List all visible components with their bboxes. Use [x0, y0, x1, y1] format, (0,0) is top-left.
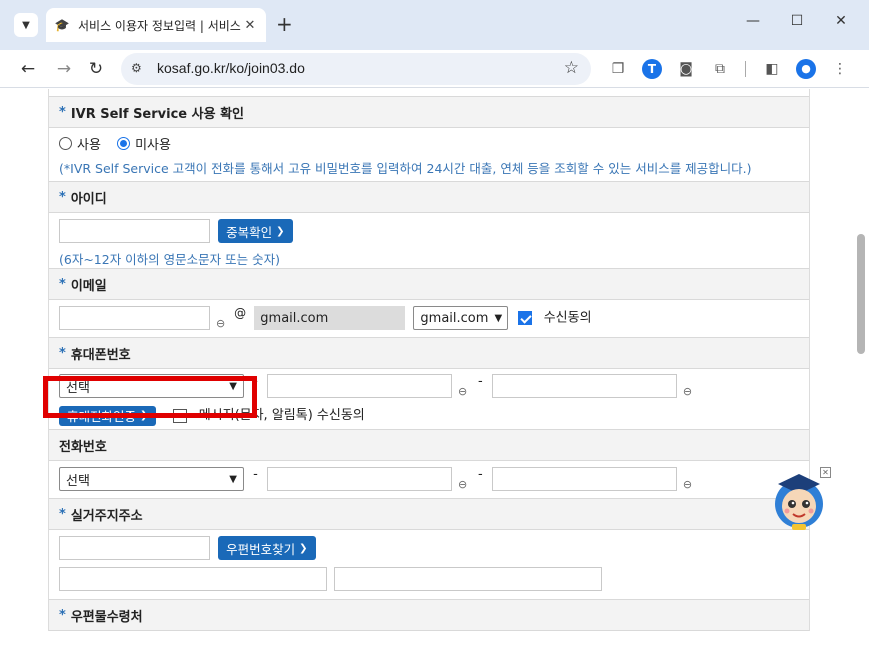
userid-note: (6자~12자 이하의 영문소문자 또는 숫자): [59, 252, 280, 267]
zipcode-input[interactable]: [59, 536, 210, 560]
phone-header: 전화번호: [49, 429, 809, 461]
graduation-cap-icon: 🎓: [54, 18, 70, 32]
phone-middle-input[interactable]: [266, 467, 452, 491]
highlight-box: [43, 376, 257, 418]
phone-prefix-value: 선택: [66, 473, 90, 489]
phone-last-input[interactable]: [491, 467, 677, 491]
radio-circle-selected[interactable]: [117, 137, 131, 150]
reload-icon[interactable]: ↻: [84, 57, 108, 81]
mouse-icon: ⊖: [457, 478, 468, 491]
tab-title: 서비스 이용자 정보입력 | 서비스 이용: [78, 18, 242, 33]
copy-icon[interactable]: ❐: [608, 59, 628, 79]
maximize-icon[interactable]: ☐: [785, 13, 809, 29]
ivr-note: (*IVR Self Service 고객이 전화를 통해서 고유 비밀번호를 …: [59, 161, 752, 176]
site-info-icon[interactable]: ⚙: [131, 61, 142, 75]
email-at-sign: @: [234, 306, 247, 320]
mobile-header: * 휴대폰번호: [49, 337, 809, 369]
address-header: * 실거주지주소: [49, 498, 809, 530]
dash-separator: -: [253, 467, 258, 482]
page-scrollbar[interactable]: [857, 234, 865, 354]
required-mark: *: [59, 345, 66, 361]
ivr-nonuse-radio[interactable]: 미사용: [117, 134, 171, 153]
required-mark: *: [59, 276, 66, 292]
chevron-right-icon: ❯: [276, 225, 285, 237]
email-local-input[interactable]: [59, 306, 210, 330]
duplicate-check-button[interactable]: 중복확인 ❯: [218, 219, 293, 243]
mobile-middle-input[interactable]: [266, 374, 452, 398]
browser-tab-bar: ▼ 🎓 서비스 이용자 정보입력 | 서비스 이용 ✕ + — ☐ ✕: [0, 0, 869, 50]
email-consent-checkbox[interactable]: [517, 311, 532, 325]
email-domain-input[interactable]: gmail.com: [254, 306, 406, 330]
mouse-icon: ⊖: [682, 478, 693, 491]
address-label: 실거주지주소: [70, 508, 143, 524]
mobile-label: 휴대폰번호: [70, 347, 131, 363]
tab-close-icon[interactable]: ✕: [242, 18, 258, 33]
tab-search-icon[interactable]: ▼: [14, 13, 38, 37]
mouse-icon: ⊖: [682, 385, 693, 398]
bookmark-star-icon[interactable]: ☆: [564, 58, 579, 78]
chevron-down-icon: ▼: [229, 473, 237, 485]
chevron-right-icon: ❯: [299, 542, 308, 554]
menu-kebab-icon[interactable]: ⋮: [830, 59, 850, 79]
zip-search-label: 우편번호찾기: [226, 541, 296, 557]
phone-body: 선택 ▼ - ⊖- ⊖: [49, 461, 809, 498]
email-domain-select-value: gmail.com: [420, 310, 489, 326]
address-lines: [59, 567, 799, 591]
forward-icon[interactable]: →: [52, 57, 76, 81]
page-viewport: * IVR Self Service 사용 확인 사용 미사용 (*IVR Se…: [0, 89, 869, 654]
required-mark: *: [59, 607, 66, 623]
zip-search-button[interactable]: 우편번호찾기 ❯: [218, 536, 316, 560]
dash-separator: -: [477, 374, 483, 389]
sidepanel-icon[interactable]: ◧: [762, 59, 782, 79]
address-line1-input[interactable]: [59, 567, 327, 591]
mail-recipient-label: 우편물수령처: [70, 609, 143, 625]
url-text: kosaf.go.kr/ko/join03.do: [157, 60, 305, 76]
ivr-label: IVR Self Service 사용 확인: [70, 106, 244, 122]
browser-tab[interactable]: 🎓 서비스 이용자 정보입력 | 서비스 이용 ✕: [46, 8, 266, 42]
required-mark: *: [59, 189, 66, 205]
userid-header: * 아이디: [49, 181, 809, 213]
ivr-header: * IVR Self Service 사용 확인: [49, 96, 809, 128]
translate-extension-icon[interactable]: T: [642, 59, 662, 79]
dash-separator: -: [477, 467, 483, 482]
email-label: 이메일: [70, 278, 107, 294]
mobile-last-input[interactable]: [491, 374, 677, 398]
address-line2-input[interactable]: [334, 567, 603, 591]
back-icon[interactable]: ←: [16, 57, 40, 81]
profile-avatar-icon[interactable]: ●: [796, 59, 816, 79]
address-body: 우편번호찾기 ❯: [49, 530, 809, 599]
email-header: * 이메일: [49, 268, 809, 300]
email-body: ⊖ @ gmail.com gmail.com ▼ 수신동의: [49, 300, 809, 337]
ivr-nonuse-label: 미사용: [135, 138, 171, 153]
chevron-down-icon: ▼: [494, 312, 503, 324]
duplicate-check-label: 중복확인: [226, 224, 273, 240]
email-domain-select[interactable]: gmail.com ▼: [413, 306, 509, 330]
extensions-icon[interactable]: ⧉: [710, 59, 730, 79]
mail-recipient-header: * 우편물수령처: [49, 599, 809, 631]
userid-body: 중복확인 ❯ (6자~12자 이하의 영문소문자 또는 숫자): [49, 213, 809, 268]
camera-icon[interactable]: ◙: [676, 59, 696, 79]
minimize-icon[interactable]: —: [741, 13, 765, 29]
window-close-icon[interactable]: ✕: [829, 13, 853, 29]
mouse-icon: ⊖: [457, 385, 468, 398]
ivr-use-radio[interactable]: 사용: [59, 134, 101, 153]
phone-prefix-select[interactable]: 선택 ▼: [59, 467, 244, 491]
required-mark: *: [59, 506, 66, 522]
email-consent-label: 수신동의: [543, 310, 592, 326]
ivr-body: 사용 미사용 (*IVR Self Service 고객이 전화를 통해서 고유…: [49, 128, 809, 181]
required-mark: *: [59, 104, 66, 120]
ivr-use-label: 사용: [77, 138, 101, 153]
mouse-icon: ⊖: [216, 317, 226, 330]
userid-label: 아이디: [70, 191, 107, 207]
phone-label: 전화번호: [59, 439, 107, 455]
new-tab-icon[interactable]: +: [276, 14, 293, 34]
userid-input[interactable]: [59, 219, 210, 243]
toolbar-divider: [745, 61, 746, 77]
chatbot-mascot-icon[interactable]: [770, 470, 828, 532]
address-bar[interactable]: ⚙ kosaf.go.kr/ko/join03.do ☆: [121, 53, 591, 85]
join-form: * IVR Self Service 사용 확인 사용 미사용 (*IVR Se…: [48, 89, 810, 631]
mascot-close-icon[interactable]: ✕: [820, 467, 831, 478]
browser-toolbar: ← → ↻ ⚙ kosaf.go.kr/ko/join03.do ☆ ❐ T ◙…: [0, 50, 869, 88]
radio-circle[interactable]: [59, 137, 72, 150]
